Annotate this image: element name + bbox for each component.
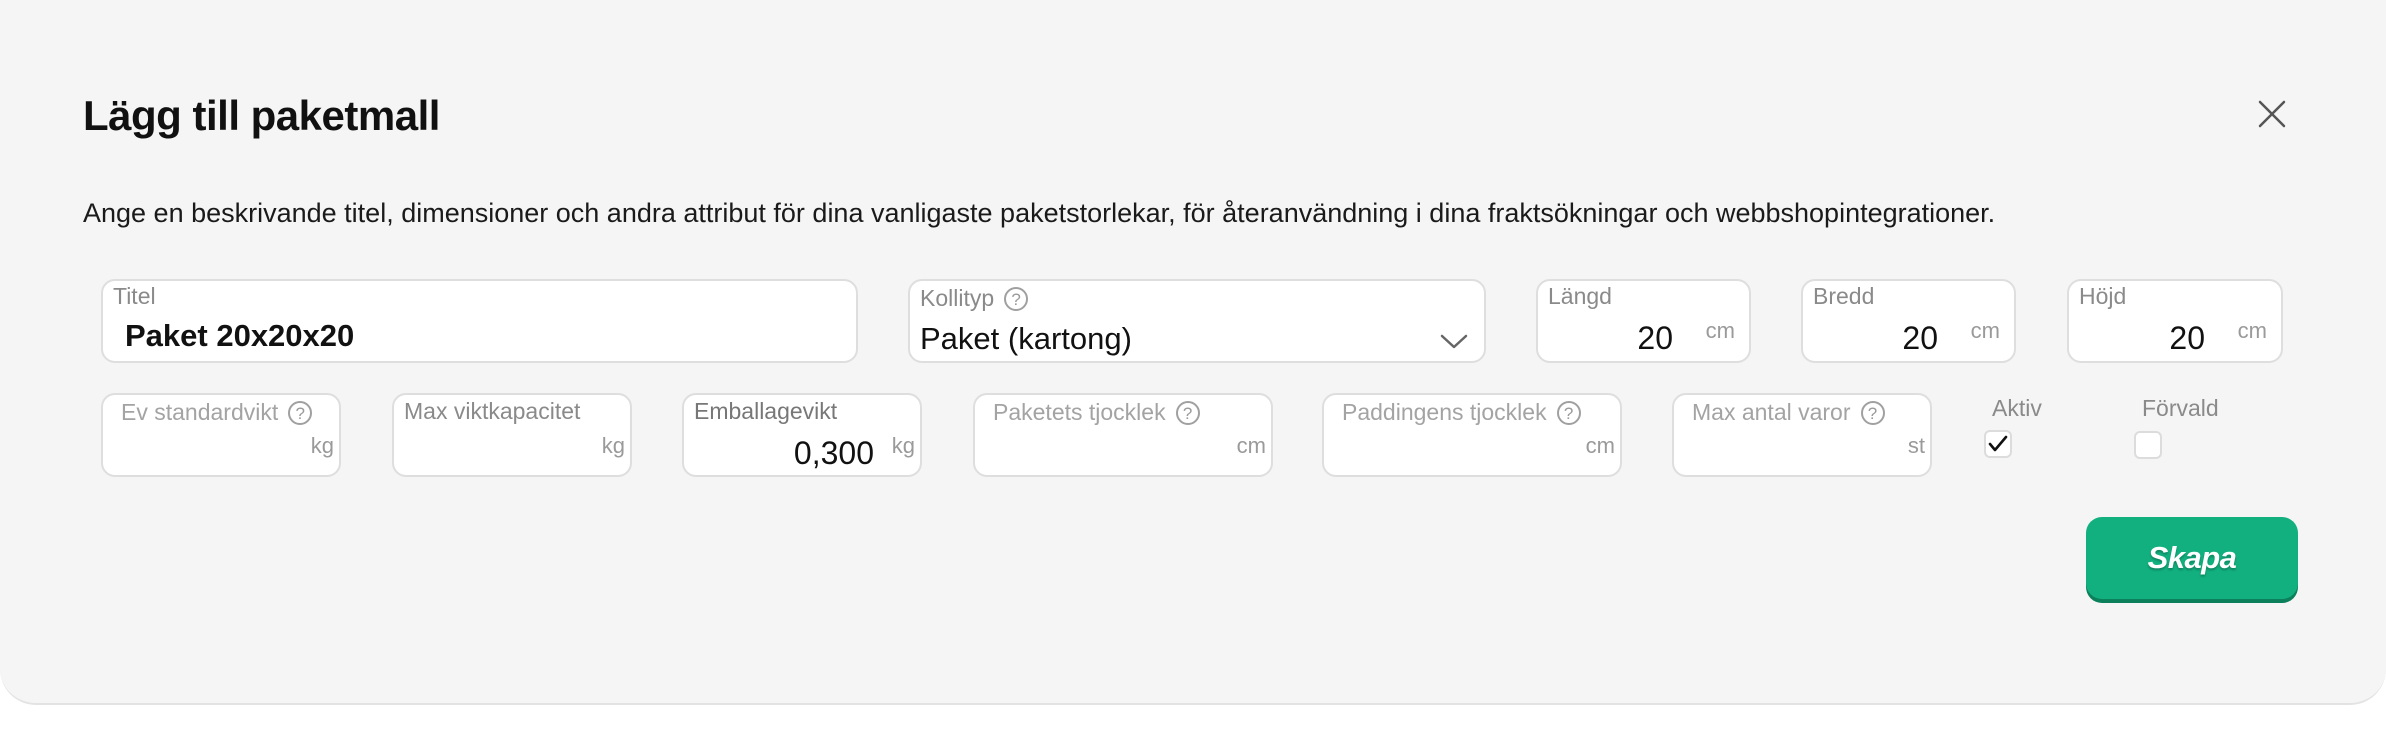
emballagevikt-label: Emballagevikt	[694, 398, 838, 424]
kollityp-label: Kollityp ?	[920, 285, 1029, 312]
help-icon[interactable]: ?	[1175, 400, 1200, 425]
chevron-down-icon	[1440, 334, 1468, 349]
modal-dialog: Lägg till paketmall Ange en beskrivande …	[0, 0, 2386, 705]
paketets-tjocklek-field[interactable]: Paketets tjocklek ? cm	[973, 393, 1273, 477]
titel-label: Titel	[113, 283, 156, 309]
max-antal-varor-unit: st	[1907, 433, 1925, 458]
standardvikt-label: Ev standardvikt ?	[121, 399, 313, 426]
langd-unit: cm	[1705, 318, 1735, 343]
standardvikt-field[interactable]: Ev standardvikt ? kg	[101, 393, 341, 477]
help-icon[interactable]: ?	[288, 400, 313, 425]
modal-title: Lägg till paketmall	[83, 92, 440, 139]
checkmark-icon	[1988, 435, 2008, 452]
paddingens-tjocklek-label: Paddingens tjocklek ?	[1342, 399, 1581, 426]
modal-description: Ange en beskrivande titel, dimensioner o…	[83, 198, 1996, 228]
hojd-input-value[interactable]: 20	[2169, 320, 2205, 357]
help-icon[interactable]: ?	[1004, 286, 1029, 311]
maxvikt-unit: kg	[601, 433, 625, 458]
close-icon	[2258, 100, 2286, 128]
max-antal-varor-field[interactable]: Max antal varor ? st	[1672, 393, 1932, 477]
emballagevikt-field[interactable]: Emballagevikt 0,300 kg	[682, 393, 922, 477]
langd-field[interactable]: Längd 20 cm	[1536, 279, 1751, 363]
hojd-unit: cm	[2237, 318, 2267, 343]
create-button[interactable]: Skapa	[2086, 517, 2298, 599]
hojd-field[interactable]: Höjd 20 cm	[2067, 279, 2283, 363]
bredd-field[interactable]: Bredd 20 cm	[1801, 279, 2016, 363]
kollityp-select[interactable]: Kollityp ? Paket (kartong)	[908, 279, 1486, 363]
maxvikt-field[interactable]: Max viktkapacitet kg	[392, 393, 632, 477]
standardvikt-unit: kg	[310, 433, 334, 458]
help-icon[interactable]: ?	[1860, 400, 1885, 425]
max-antal-varor-label: Max antal varor ?	[1692, 399, 1885, 426]
maxvikt-label: Max viktkapacitet	[404, 398, 581, 424]
kollityp-selected-value: Paket (kartong)	[920, 321, 1132, 356]
titel-field[interactable]: Titel Paket 20x20x20	[101, 279, 858, 363]
paketets-tjocklek-unit: cm	[1236, 433, 1266, 458]
bredd-label: Bredd	[1813, 283, 1875, 309]
hojd-label: Höjd	[2079, 283, 2127, 309]
paketets-tjocklek-label: Paketets tjocklek ?	[993, 399, 1200, 426]
aktiv-label: Aktiv	[1992, 395, 2042, 421]
close-button[interactable]	[2250, 92, 2294, 136]
titel-input-value[interactable]: Paket 20x20x20	[125, 318, 354, 354]
bredd-unit: cm	[1970, 318, 2000, 343]
forvald-label: Förvald	[2142, 395, 2219, 421]
emballagevikt-input-value[interactable]: 0,300	[794, 435, 874, 472]
paddingens-tjocklek-unit: cm	[1585, 433, 1615, 458]
langd-input-value[interactable]: 20	[1637, 320, 1673, 357]
bredd-input-value[interactable]: 20	[1902, 320, 1938, 357]
paddingens-tjocklek-field[interactable]: Paddingens tjocklek ? cm	[1322, 393, 1622, 477]
aktiv-checkbox[interactable]	[1984, 430, 2012, 458]
langd-label: Längd	[1548, 283, 1612, 309]
emballagevikt-unit: kg	[891, 433, 915, 458]
help-icon[interactable]: ?	[1556, 400, 1581, 425]
forvald-checkbox[interactable]	[2134, 431, 2162, 459]
